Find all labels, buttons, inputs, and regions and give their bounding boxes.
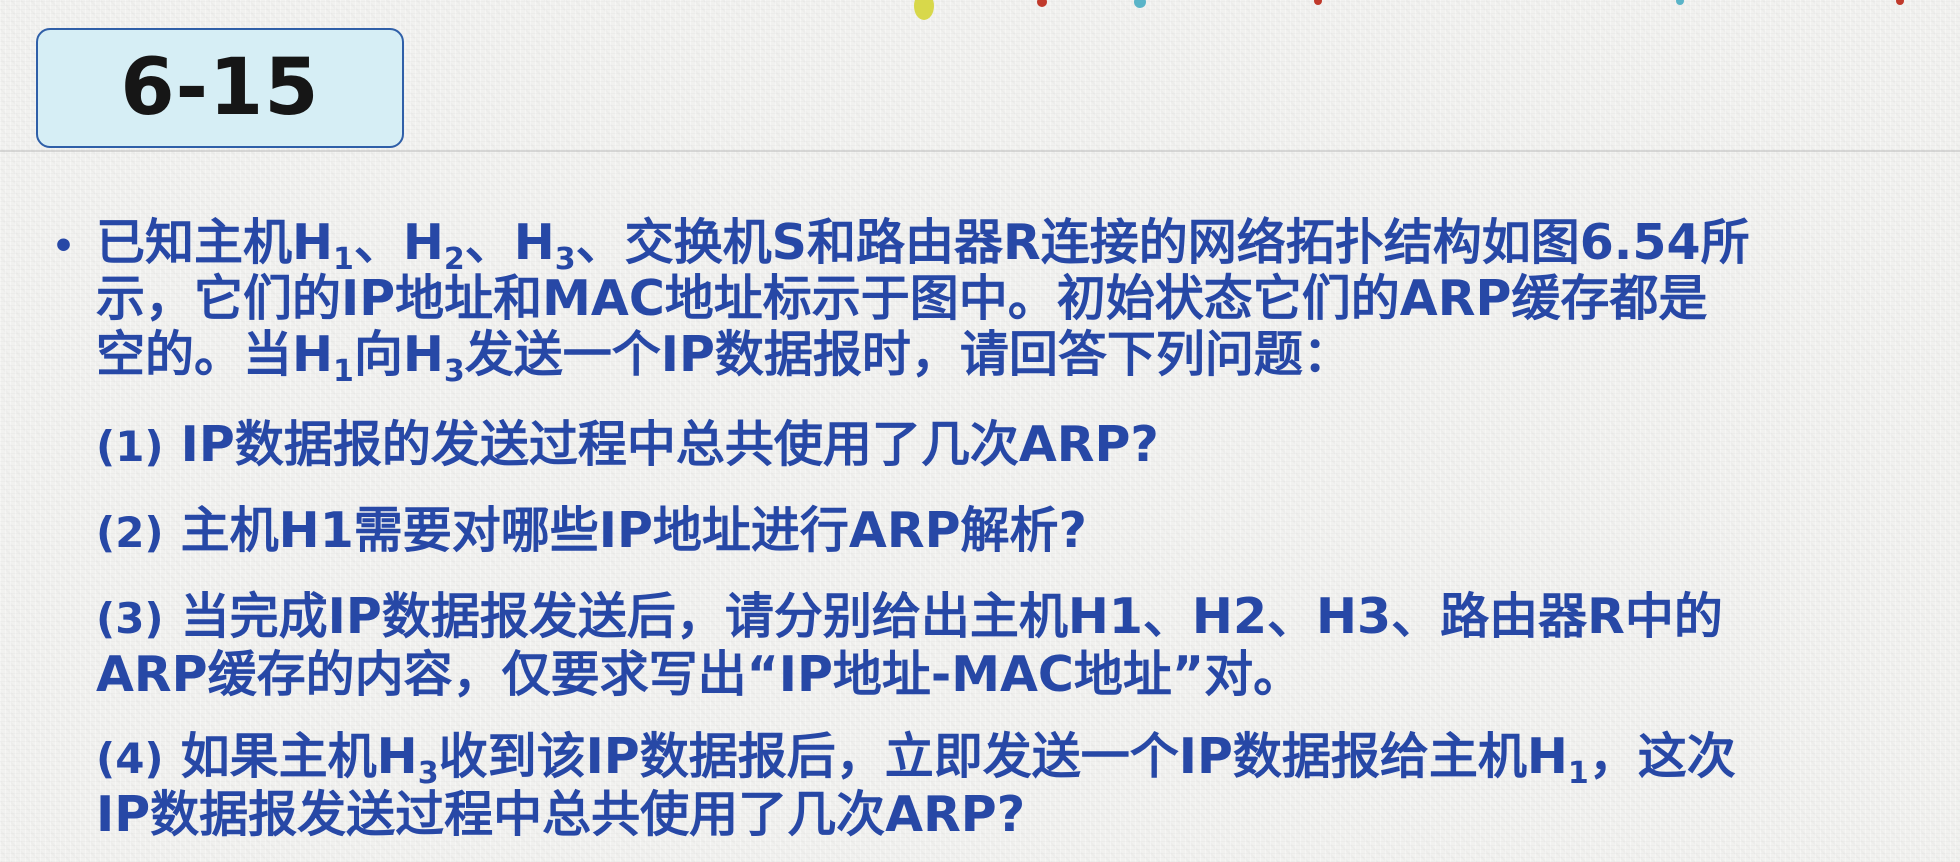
intro-text: 、H (353, 214, 444, 271)
question-text: 收到该IP数据报后，立即发送一个IP数据报给主机H (438, 728, 1568, 785)
question-text: 主机H1需要对哪些IP地址进行ARP解析? (163, 502, 1087, 559)
question-text: IP数据报的发送过程中总共使用了几次ARP? (163, 416, 1159, 473)
intro-text: 发送一个IP数据报时，请回答下列问题： (464, 326, 1352, 383)
question-text: IP数据报发送过程中总共使用了几次ARP? (96, 786, 1026, 843)
intro-text: 示，它们的IP地址和MAC地址标示于图中。初始状态它们的ARP缓存都是 (96, 270, 1708, 327)
subscript: 1 (333, 354, 354, 389)
question-text: 当完成IP数据报发送后，请分别给出主机H1、H2、H3、路由器R中的 (163, 588, 1723, 645)
question-3-line-2: ARP缓存的内容，仅要求写出“IP地址-MAC地址”对。 (96, 646, 1302, 704)
question-number: (4) (96, 734, 164, 783)
question-text: 如果主机H (163, 728, 418, 785)
intro-line-1: 已知主机H1、H2、H3、交换机S和路由器R连接的网络拓扑结构如图6.54所 (96, 214, 1750, 275)
question-3: (3) 当完成IP数据报发送后，请分别给出主机H1、H2、H3、路由器R中的 (96, 588, 1723, 648)
intro-text: 、交换机S和路由器R连接的网络拓扑结构如图6.54所 (575, 214, 1750, 271)
intro-text: 已知主机H (96, 214, 334, 271)
question-number: (3) (96, 594, 164, 643)
subscript: 1 (1567, 756, 1589, 791)
intro-text: 向H (353, 326, 444, 383)
question-2: (2) 主机H1需要对哪些IP地址进行ARP解析? (96, 502, 1087, 562)
intro-line-2: 示，它们的IP地址和MAC地址标示于图中。初始状态它们的ARP缓存都是 (96, 270, 1707, 328)
intro-line-3: 空的。当H1向H3发送一个IP数据报时，请回答下列问题： (96, 326, 1352, 387)
question-1: (1) IP数据报的发送过程中总共使用了几次ARP? (96, 416, 1159, 476)
question-4-line-2: IP数据报发送过程中总共使用了几次ARP? (96, 786, 1025, 844)
bullet-icon: • (52, 226, 76, 267)
question-text: ，这次 (1588, 728, 1736, 785)
intro-text: 空的。当H (96, 326, 334, 383)
subscript: 3 (443, 354, 465, 389)
question-4: (4) 如果主机H3收到该IP数据报后，立即发送一个IP数据报给主机H1，这次 (96, 728, 1736, 791)
question-text: ARP缓存的内容，仅要求写出“IP地址-MAC地址”对。 (96, 646, 1303, 703)
problem-content: • 已知主机H1、H2、H3、交换机S和路由器R连接的网络拓扑结构如图6.54所… (0, 0, 1960, 862)
question-number: (2) (96, 508, 164, 557)
question-number: (1) (96, 422, 164, 471)
intro-text: 、H (464, 214, 555, 271)
